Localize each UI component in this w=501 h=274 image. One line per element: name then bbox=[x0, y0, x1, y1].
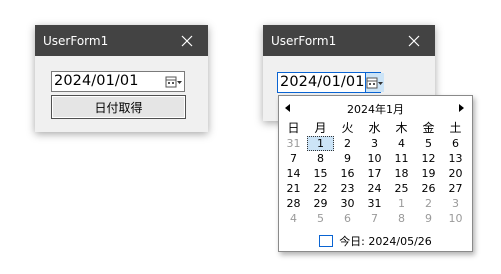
weekday-label: 火 bbox=[341, 121, 354, 135]
calendar-day[interactable]: 16 bbox=[334, 166, 361, 181]
calendar-day[interactable]: 26 bbox=[415, 181, 442, 196]
date-picker[interactable]: 2024/01/01 bbox=[51, 71, 185, 92]
weekday-label: 木 bbox=[395, 121, 408, 135]
weekday-label: 月 bbox=[314, 121, 327, 135]
calendar-week: 21 22 23 24 25 26 27 bbox=[280, 181, 472, 196]
weekday-label: 日 bbox=[287, 121, 300, 135]
calendar-day[interactable]: 17 bbox=[361, 166, 388, 181]
calendar-grid: 31 1 2 3 4 5 6 7 8 9 10 11 12 13 14 15 16 17 18 19 20 21 22 23 2… bbox=[279, 136, 472, 226]
calendar-week: 14 15 16 17 18 19 20 bbox=[280, 166, 472, 181]
calendar-day-selected[interactable]: 1 bbox=[307, 136, 334, 151]
calendar-day[interactable]: 23 bbox=[334, 181, 361, 196]
calendar-day[interactable]: 19 bbox=[415, 166, 442, 181]
date-picker-dropdown-button[interactable] bbox=[164, 72, 184, 91]
calendar-day[interactable]: 5 bbox=[307, 211, 334, 226]
calendar-day[interactable]: 21 bbox=[280, 181, 307, 196]
calendar-day[interactable]: 15 bbox=[307, 166, 334, 181]
calendar-week: 31 1 2 3 4 5 6 bbox=[280, 136, 472, 151]
window-title: UserForm1 bbox=[43, 33, 109, 48]
calendar-day[interactable]: 22 bbox=[307, 181, 334, 196]
weekday-label: 水 bbox=[368, 121, 381, 135]
date-picker[interactable]: 2024/01/01 bbox=[277, 72, 384, 93]
close-button[interactable] bbox=[166, 25, 208, 56]
close-icon bbox=[181, 35, 193, 46]
calendar-dropdown: 2024年1月 日月火水木金土 31 1 2 3 4 5 6 7 8 9 10 11 12 13 14 15 1… bbox=[278, 95, 473, 252]
calendar-day[interactable]: 25 bbox=[388, 181, 415, 196]
weekday-label: 金 bbox=[422, 121, 435, 135]
calendar-day[interactable]: 1 bbox=[388, 196, 415, 211]
close-icon bbox=[408, 35, 420, 46]
calendar-day[interactable]: 8 bbox=[388, 211, 415, 226]
calendar-day[interactable]: 31 bbox=[280, 136, 307, 151]
calendar-day[interactable]: 11 bbox=[388, 151, 415, 166]
weekday-header: 日月火水木金土 bbox=[280, 120, 472, 136]
weekday-label: 土 bbox=[449, 121, 462, 135]
arrow-right-icon bbox=[459, 104, 464, 112]
today-link[interactable]: 今日: 2024/05/26 bbox=[279, 232, 472, 250]
calendar-day[interactable]: 24 bbox=[361, 181, 388, 196]
calendar-day[interactable]: 9 bbox=[415, 211, 442, 226]
close-button[interactable] bbox=[393, 25, 435, 56]
date-picker-value[interactable]: 2024/01/01 bbox=[278, 73, 365, 92]
date-picker-value[interactable]: 2024/01/01 bbox=[52, 72, 164, 91]
calendar-day[interactable]: 9 bbox=[334, 151, 361, 166]
calendar-day[interactable]: 29 bbox=[307, 196, 334, 211]
userform-window-1: UserForm1 2024/01/01 日付取得 bbox=[35, 25, 208, 132]
window-title: UserForm1 bbox=[271, 33, 337, 48]
calendar-day[interactable]: 6 bbox=[442, 136, 469, 151]
calendar-day[interactable]: 4 bbox=[280, 211, 307, 226]
calendar-day[interactable]: 4 bbox=[388, 136, 415, 151]
calendar-header: 2024年1月 bbox=[279, 96, 472, 120]
calendar-day[interactable]: 12 bbox=[415, 151, 442, 166]
calendar-day[interactable]: 14 bbox=[280, 166, 307, 181]
month-title[interactable]: 2024年1月 bbox=[279, 101, 472, 117]
calendar-day[interactable]: 6 bbox=[334, 211, 361, 226]
title-bar: UserForm1 bbox=[263, 25, 435, 56]
calendar-day[interactable]: 10 bbox=[442, 211, 469, 226]
calendar-week: 28 29 30 31 1 2 3 bbox=[280, 196, 472, 211]
calendar-day[interactable]: 27 bbox=[442, 181, 469, 196]
calendar-week: 7 8 9 10 11 12 13 bbox=[280, 151, 472, 166]
today-marker-icon bbox=[319, 235, 334, 247]
calendar-day[interactable]: 10 bbox=[361, 151, 388, 166]
calendar-day[interactable]: 2 bbox=[334, 136, 361, 151]
calendar-day[interactable]: 28 bbox=[280, 196, 307, 211]
calendar-week: 4 5 6 7 8 9 10 bbox=[280, 211, 472, 226]
calendar-day[interactable]: 3 bbox=[442, 196, 469, 211]
calendar-day[interactable]: 13 bbox=[442, 151, 469, 166]
calendar-day[interactable]: 18 bbox=[388, 166, 415, 181]
calendar-day[interactable]: 2 bbox=[415, 196, 442, 211]
calendar-day[interactable]: 5 bbox=[415, 136, 442, 151]
calendar-day[interactable]: 7 bbox=[361, 211, 388, 226]
next-month-button[interactable] bbox=[456, 103, 466, 113]
calendar-day[interactable]: 8 bbox=[307, 151, 334, 166]
get-date-button[interactable]: 日付取得 bbox=[51, 95, 186, 119]
today-label[interactable]: 今日: 2024/05/26 bbox=[339, 233, 432, 249]
calendar-day[interactable]: 7 bbox=[280, 151, 307, 166]
calendar-day[interactable]: 30 bbox=[334, 196, 361, 211]
calendar-dropdown-icon bbox=[165, 76, 182, 87]
calendar-day[interactable]: 31 bbox=[361, 196, 388, 211]
calendar-day[interactable]: 3 bbox=[361, 136, 388, 151]
title-bar: UserForm1 bbox=[35, 25, 208, 56]
calendar-day[interactable]: 20 bbox=[442, 166, 469, 181]
date-picker-dropdown-button[interactable] bbox=[364, 73, 384, 92]
calendar-dropdown-icon bbox=[366, 77, 383, 88]
